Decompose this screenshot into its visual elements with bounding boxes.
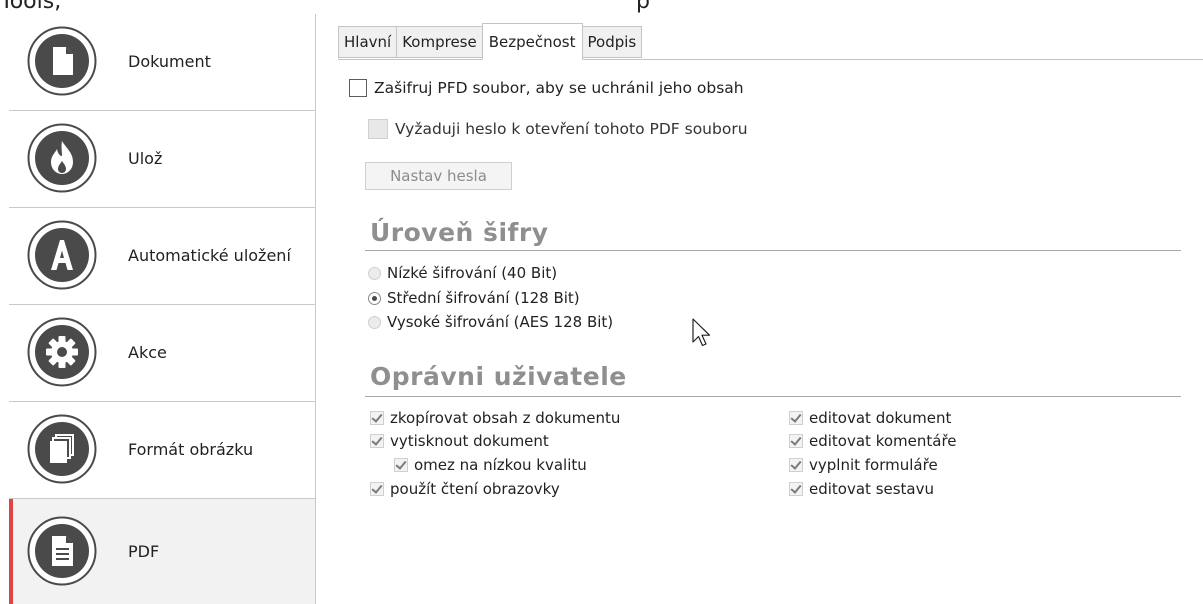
permission-label: editovat komentáře [809, 432, 957, 450]
image-format-icon [27, 414, 97, 484]
caption-left-fragment: Tools, [0, 0, 62, 14]
sidebar-item-label: Akce [128, 343, 167, 363]
sidebar-item-pdf[interactable]: PDF [9, 499, 315, 604]
permission-checkbox[interactable] [370, 434, 384, 448]
perm-screen-reader[interactable]: použít čtení obrazovky [370, 480, 560, 498]
set-passwords-button[interactable]: Nastav hesla [365, 162, 512, 190]
permission-label: zkopírovat obsah z dokumentu [390, 409, 621, 427]
user-permissions-title: Oprávni uživatele [370, 362, 627, 391]
sidebar-item-label: PDF [128, 541, 160, 561]
tab-podpis[interactable]: Podpis [581, 26, 643, 58]
sidebar-item-dokument[interactable]: Dokument [9, 14, 315, 111]
encryption-level-rule [365, 250, 1181, 251]
sidebar-item-uloz[interactable]: Ulož [9, 111, 315, 208]
tab-hlavni[interactable]: Hlavní [338, 26, 398, 58]
tab-divider [338, 59, 1203, 60]
permission-checkbox[interactable] [394, 458, 408, 472]
radio-label: Střední šifrování (128 Bit) [387, 289, 580, 307]
user-permissions-rule [365, 396, 1181, 397]
document-icon [27, 26, 97, 96]
permission-label: použít čtení obrazovky [390, 480, 560, 498]
encrypt-label: Zašifruj PFD soubor, aby se uchránil jeh… [374, 79, 744, 97]
flame-icon [27, 123, 97, 193]
permission-checkbox[interactable] [789, 482, 803, 496]
sidebar-item-label: Ulož [128, 149, 163, 169]
cropped-caption: Tools, p [0, 0, 1203, 14]
sidebar-item-label: Formát obrázku [128, 440, 254, 460]
encrypt-option[interactable]: Zašifruj PFD soubor, aby se uchránil jeh… [349, 79, 744, 97]
sidebar-item-automaticke-ulozeni[interactable]: Automatické uložení [9, 208, 315, 305]
mouse-cursor-icon [692, 318, 711, 347]
pdf-document-icon [27, 516, 97, 586]
perm-edit-document[interactable]: editovat dokument [789, 409, 951, 427]
gear-icon [27, 317, 97, 387]
radio-label: Nízké šifrování (40 Bit) [387, 264, 558, 282]
tab-bar: Hlavní Komprese Bezpečnost Podpis [338, 23, 643, 60]
letter-a-icon [27, 220, 97, 290]
radio-button[interactable] [368, 315, 381, 329]
tab-bezpecnost[interactable]: Bezpečnost [481, 23, 583, 60]
perm-low-quality[interactable]: omez na nízkou kvalitu [394, 456, 587, 474]
radio-high-encryption[interactable]: Vysoké šifrování (AES 128 Bit) [368, 313, 613, 331]
sidebar-item-label: Automatické uložení [128, 246, 291, 266]
permission-checkbox[interactable] [789, 458, 803, 472]
permission-checkbox[interactable] [370, 411, 384, 425]
permission-label: vytisknout dokument [390, 432, 549, 450]
radio-button[interactable] [368, 266, 381, 280]
sidebar-item-format-obrazku[interactable]: Formát obrázku [9, 402, 315, 499]
permission-label: vyplnit formuláře [809, 456, 938, 474]
require-password-option[interactable]: Vyžaduji heslo k otevření tohoto PDF sou… [368, 119, 748, 139]
caption-right-fragment: p [636, 0, 650, 14]
permission-label: omez na nízkou kvalitu [414, 456, 587, 474]
permission-checkbox[interactable] [789, 411, 803, 425]
radio-label: Vysoké šifrování (AES 128 Bit) [387, 313, 614, 331]
permission-checkbox[interactable] [789, 434, 803, 448]
encrypt-checkbox[interactable] [349, 79, 367, 97]
require-password-checkbox[interactable] [368, 119, 388, 139]
require-password-label: Vyžaduji heslo k otevření tohoto PDF sou… [395, 120, 748, 138]
tab-komprese[interactable]: Komprese [396, 26, 483, 58]
permission-label: editovat dokument [809, 409, 952, 427]
sidebar-item-label: Dokument [128, 52, 211, 72]
sidebar-item-akce[interactable]: Akce [9, 305, 315, 402]
radio-button-selected[interactable] [368, 291, 381, 305]
radio-medium-encryption[interactable]: Střední šifrování (128 Bit) [368, 289, 580, 307]
permission-checkbox[interactable] [370, 482, 384, 496]
permission-label: editovat sestavu [809, 480, 935, 498]
sidebar: Dokument Ulož Automatické uložení Akce F… [9, 14, 316, 604]
perm-edit-assembly[interactable]: editovat sestavu [789, 480, 934, 498]
perm-copy-content[interactable]: zkopírovat obsah z dokumentu [370, 409, 620, 427]
perm-edit-comments[interactable]: editovat komentáře [789, 432, 957, 450]
perm-fill-forms[interactable]: vyplnit formuláře [789, 456, 938, 474]
radio-low-encryption[interactable]: Nízké šifrování (40 Bit) [368, 264, 557, 282]
perm-print-document[interactable]: vytisknout dokument [370, 432, 549, 450]
encryption-level-title: Úroveň šifry [370, 218, 549, 247]
